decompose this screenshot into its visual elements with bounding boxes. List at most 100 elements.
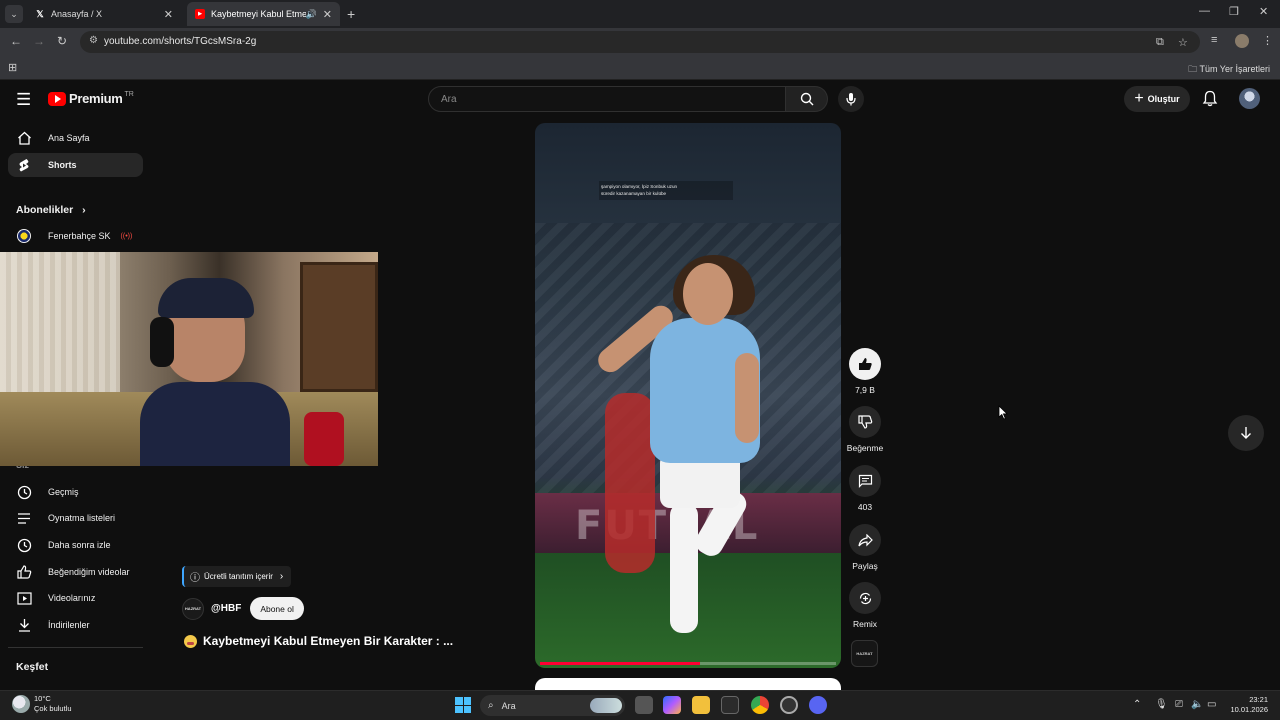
apps-grid-icon[interactable]: ⊞ — [8, 61, 17, 74]
account-avatar[interactable] — [1239, 88, 1260, 109]
subscribe-button[interactable]: Abone ol — [250, 597, 304, 620]
hamburger-menu-icon[interactable]: ☰ — [16, 90, 31, 110]
window-close-icon[interactable]: ✕ — [1259, 5, 1268, 18]
search-icon — [800, 92, 813, 106]
search-box[interactable] — [428, 86, 786, 112]
comments-button[interactable]: 403 — [845, 465, 885, 512]
windows-start-icon[interactable] — [455, 697, 471, 713]
chrome-icon[interactable] — [751, 696, 769, 714]
promo-label: Ücretli tanıtım içerir — [204, 572, 273, 581]
remix-icon — [859, 592, 871, 604]
search-input[interactable] — [429, 87, 785, 111]
app-icon[interactable] — [809, 696, 827, 714]
search-highlight-image — [590, 698, 622, 713]
dislike-button[interactable]: Beğenme — [845, 406, 885, 453]
plus-icon: + — [1134, 90, 1144, 107]
store-icon[interactable] — [721, 696, 739, 714]
tab-youtube-short[interactable]: ▶ Kaybetmeyi Kabul Etme 🔊 ✕ — [187, 2, 340, 26]
sidebar-item-label: Daha sonra izle — [48, 540, 111, 550]
video-title[interactable]: Kaybetmeyi Kabul Etmeyen Bir Karakter : … — [184, 634, 453, 648]
arrow-down-icon — [1241, 427, 1251, 439]
x-logo-icon: 𝕏 — [36, 8, 44, 19]
sidebar-item-shorts[interactable]: Shorts — [8, 153, 143, 177]
like-button[interactable]: 7,9 B — [845, 348, 885, 395]
volume-icon[interactable]: 🔈 — [1191, 699, 1203, 710]
paid-promotion-badge[interactable]: ⓘ Ücretli tanıtım içerir › — [182, 566, 292, 587]
streamer-hat — [158, 278, 254, 318]
share-label: Paylaş — [852, 561, 878, 571]
sidebar-item-fenerbahce[interactable]: Fenerbahçe SK ((•)) — [8, 224, 143, 248]
next-video-button[interactable] — [1228, 415, 1264, 451]
download-icon — [16, 618, 32, 632]
search-button[interactable] — [786, 86, 828, 112]
new-tab-button[interactable]: + — [347, 6, 355, 22]
shorts-icon — [16, 158, 32, 173]
sidebar-item-liked[interactable]: Beğendiğim videolar — [8, 560, 143, 584]
video-progress-bar[interactable] — [540, 662, 836, 665]
notifications-bell-icon[interactable] — [1202, 90, 1218, 112]
create-label: Oluştur — [1147, 94, 1180, 104]
chrome-menu-icon[interactable]: ⋮ — [1262, 34, 1273, 47]
back-arrow-icon[interactable]: ← — [10, 34, 22, 48]
remix-circle — [849, 582, 881, 614]
remix-label: Remix — [852, 619, 878, 629]
channel-avatar[interactable]: HAZRAT — [182, 597, 204, 620]
voice-search-button[interactable] — [838, 86, 864, 112]
thumbs-down-icon — [857, 415, 872, 429]
video-icon — [16, 591, 32, 605]
clock-icon — [16, 538, 32, 553]
url-text[interactable]: youtube.com/shorts/TGcsMSra-2g — [104, 36, 256, 47]
sidebar-item-home[interactable]: Ana Sayfa — [8, 126, 143, 150]
forward-arrow-icon[interactable]: → — [33, 34, 45, 48]
chevron-up-icon[interactable]: ⌃ — [1133, 699, 1141, 710]
task-view-icon[interactable] — [635, 696, 653, 714]
tab-search-button[interactable]: ⌄ — [5, 5, 23, 23]
reload-icon[interactable]: ↻ — [57, 34, 67, 48]
network-icon[interactable]: ⎚ — [1175, 699, 1183, 710]
bookmark-star-icon[interactable]: ☆ — [1178, 36, 1188, 49]
cloud-icon — [12, 694, 30, 713]
playlist-icon — [16, 512, 32, 525]
app-icon[interactable] — [780, 696, 798, 714]
profile-avatar[interactable] — [1235, 34, 1249, 48]
copilot-icon[interactable] — [663, 696, 681, 714]
search-icon: ⌕ — [488, 700, 494, 711]
tab-close-icon[interactable]: ✕ — [164, 8, 173, 21]
tab-x-home[interactable]: 𝕏 Anasayfa / X ✕ — [27, 2, 181, 26]
shorts-video-player[interactable]: FUTSAL şampiyon olamıyor, İpiz Sonbuk uz… — [535, 123, 841, 668]
address-bar[interactable]: ⚙ youtube.com/shorts/TGcsMSra-2g ⧉ ☆ — [80, 31, 1200, 53]
system-clock[interactable]: 23:21 10.01.2026 — [1230, 695, 1268, 715]
taskbar-search[interactable]: ⌕ Ara — [480, 695, 625, 716]
share-button[interactable]: Paylaş — [845, 524, 885, 571]
battery-icon[interactable]: ▭ — [1207, 699, 1216, 710]
all-bookmarks-button[interactable]: 🗀 Tüm Yer İşaretleri — [1188, 62, 1270, 78]
file-explorer-icon[interactable] — [692, 696, 710, 714]
sound-channel-avatar[interactable]: HAZRAT — [851, 640, 878, 667]
comment-count: 403 — [857, 502, 873, 512]
sidebar-item-watch-later[interactable]: Daha sonra izle — [8, 533, 143, 557]
subscriptions-heading[interactable]: Abonelikler › — [16, 204, 86, 216]
remix-button[interactable]: Remix — [845, 582, 885, 629]
weather-widget[interactable]: 10°C Çok bulutlu — [12, 694, 72, 714]
tab-close-icon[interactable]: ✕ — [323, 8, 332, 21]
channel-avatar-text: HAZRAT — [184, 606, 202, 611]
sidebar-item-downloads[interactable]: İndirilenler — [8, 613, 143, 637]
youtube-favicon-icon: ▶ — [195, 9, 205, 19]
minimize-icon[interactable]: — — [1199, 5, 1210, 17]
next-short-preview[interactable] — [535, 678, 841, 690]
microphone-tray-icon[interactable]: 🎙 — [1155, 699, 1168, 710]
install-app-icon[interactable]: ⧉ — [1156, 36, 1164, 49]
create-button[interactable]: + Oluştur — [1124, 86, 1190, 112]
explore-label: Keşfet — [16, 661, 49, 673]
channel-handle[interactable]: @HBF — [211, 603, 241, 614]
speaker-icon[interactable]: 🔊 — [306, 9, 317, 20]
maximize-icon[interactable]: ❐ — [1229, 5, 1239, 18]
site-info-icon[interactable]: ⚙ — [89, 35, 98, 46]
sidebar-item-history[interactable]: Geçmiş — [8, 480, 143, 504]
youtube-premium-logo[interactable]: Premium TR — [48, 91, 134, 106]
sidebar-item-label: Ana Sayfa — [48, 133, 90, 143]
media-control-icon[interactable]: ≡ — [1211, 34, 1217, 46]
thumbs-up-icon — [16, 565, 32, 579]
sidebar-item-your-videos[interactable]: Videolarınız — [8, 586, 143, 610]
sidebar-item-playlists[interactable]: Oynatma listeleri — [8, 506, 143, 530]
